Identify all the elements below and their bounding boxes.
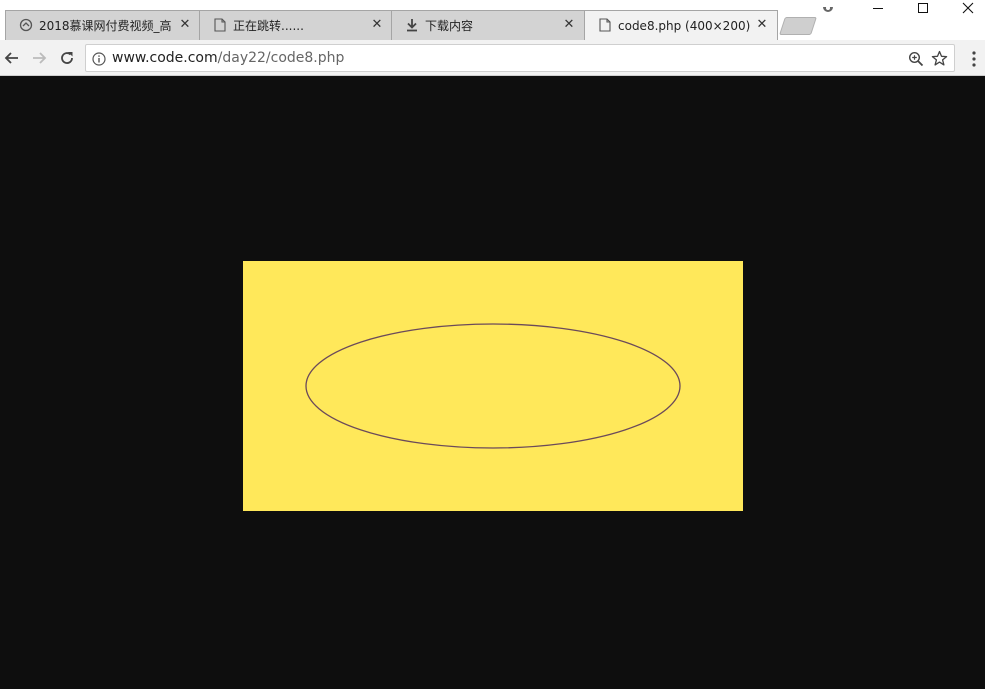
- address-bar[interactable]: www.code.com/day22/code8.php: [85, 44, 955, 72]
- reload-button[interactable]: [57, 48, 77, 68]
- page-icon: [213, 18, 227, 32]
- back-button[interactable]: [2, 48, 22, 68]
- image-background: [243, 261, 743, 511]
- browser-toolbar: www.code.com/day22/code8.php: [0, 40, 985, 76]
- new-tab-button[interactable]: [779, 17, 817, 35]
- maximize-button[interactable]: [900, 0, 946, 16]
- tab-title: 2018慕课网付费视频_高: [39, 19, 172, 33]
- page-icon: [598, 18, 612, 32]
- page-viewport: [0, 77, 985, 689]
- tab-title: 下载内容: [425, 19, 474, 33]
- tab-redirecting[interactable]: 正在跳转...... ✕: [199, 10, 393, 40]
- tab-title: 正在跳转......: [233, 19, 304, 33]
- close-window-button[interactable]: [945, 0, 985, 16]
- minimize-button[interactable]: [855, 0, 901, 16]
- url-host: www.code.com: [112, 50, 218, 66]
- profile-icon[interactable]: [821, 0, 835, 12]
- tab-code8[interactable]: code8.php (400×200) ✕: [584, 10, 778, 40]
- forward-button[interactable]: [29, 48, 49, 68]
- menu-kebab-icon[interactable]: [966, 50, 982, 68]
- close-icon[interactable]: ✕: [370, 17, 384, 33]
- title-bar: 2018慕课网付费视频_高 ✕ 正在跳转...... ✕ 下载内容 ✕ code…: [0, 0, 985, 40]
- tab-title: code8.php (400×200): [618, 19, 751, 33]
- close-icon[interactable]: ✕: [178, 17, 192, 33]
- url-path: /day22/code8.php: [217, 50, 345, 66]
- close-icon[interactable]: ✕: [562, 17, 576, 33]
- bookmark-star-icon[interactable]: [931, 50, 948, 67]
- info-icon[interactable]: [92, 51, 106, 66]
- generated-image: [243, 261, 743, 511]
- tab-downloads[interactable]: 下载内容 ✕: [391, 10, 585, 40]
- cloud-icon: [19, 18, 33, 32]
- url-text[interactable]: www.code.com/day22/code8.php: [112, 50, 344, 67]
- close-icon[interactable]: ✕: [755, 17, 769, 33]
- tab-2018-video[interactable]: 2018慕课网付费视频_高 ✕: [5, 10, 201, 40]
- download-icon: [405, 18, 419, 32]
- zoom-icon[interactable]: [908, 51, 924, 67]
